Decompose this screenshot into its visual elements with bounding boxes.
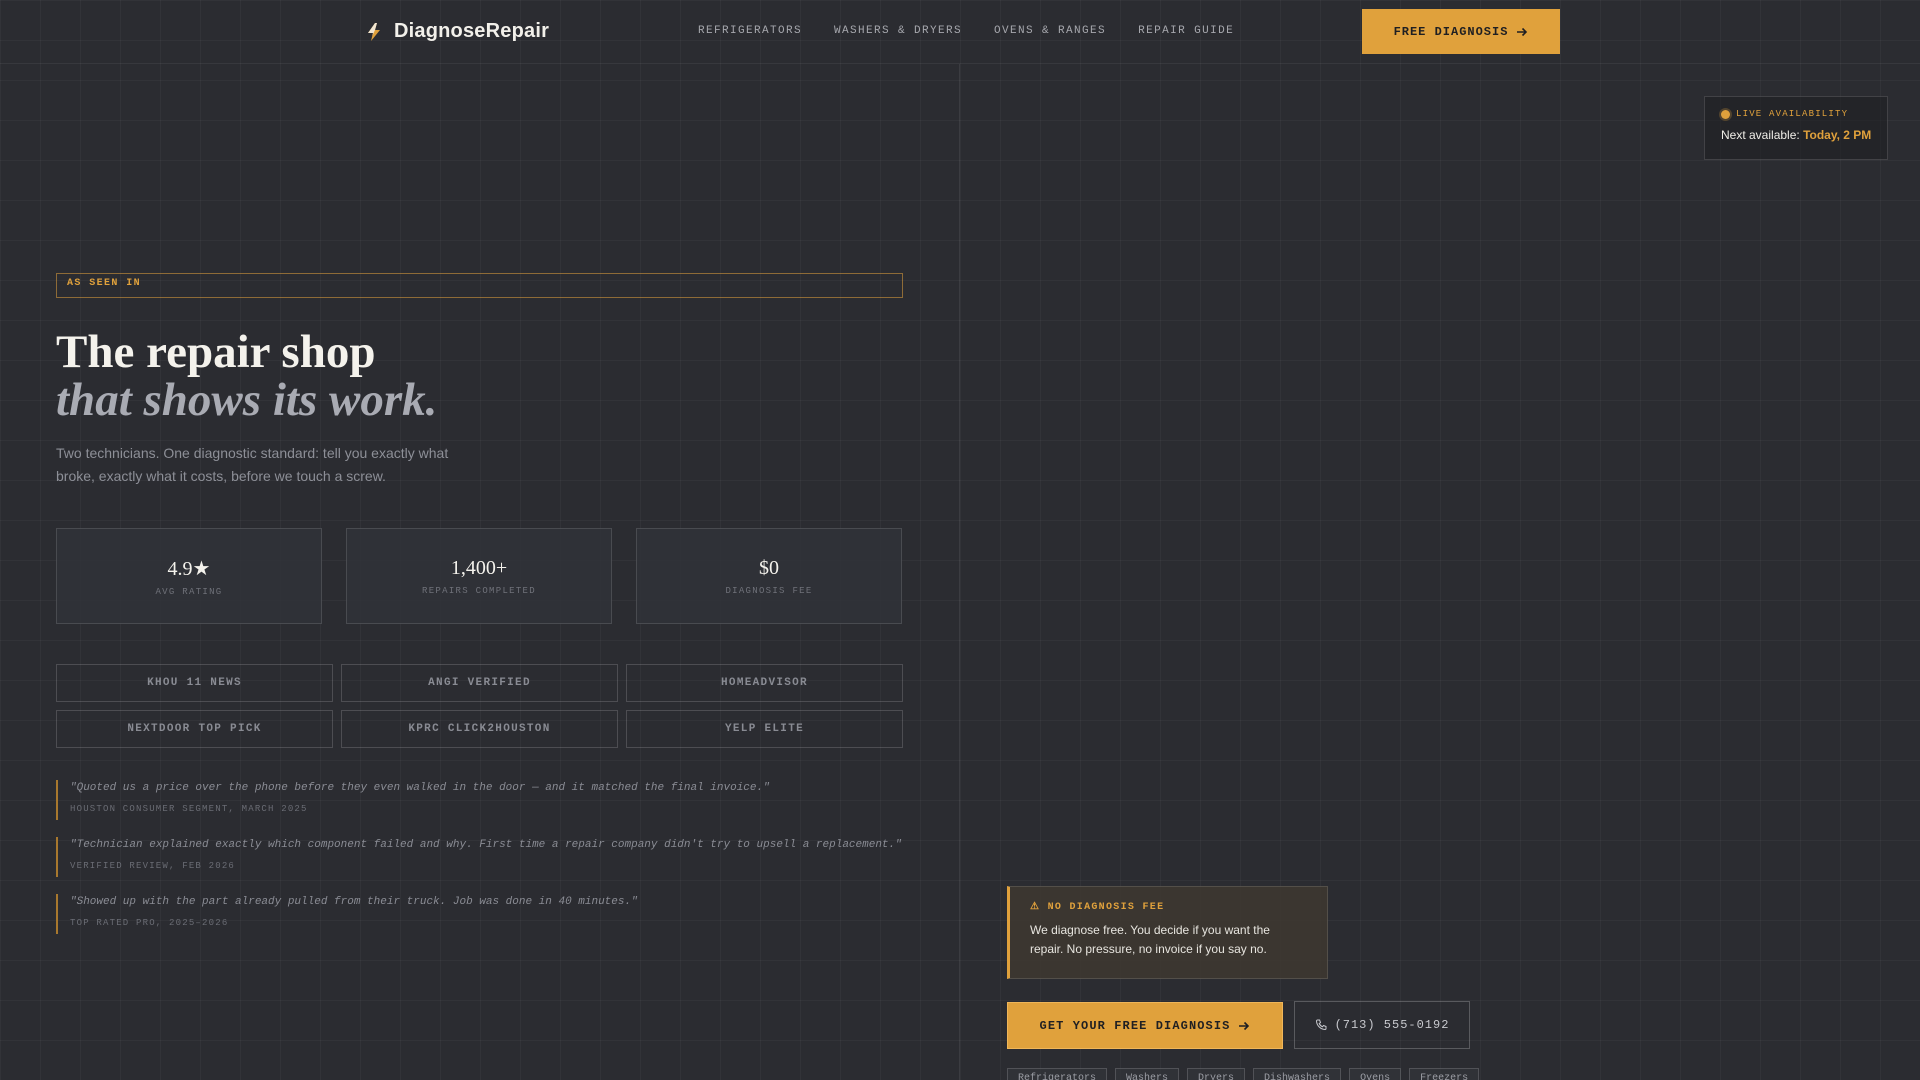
stat-diagnosis-fee: $0 DIAGNOSIS FEE (636, 528, 902, 624)
free-diagnosis-label: FREE DIAGNOSIS (1393, 24, 1509, 39)
bolt-logo-icon (368, 22, 380, 41)
chip-ovens[interactable]: Ovens (1349, 1068, 1402, 1080)
press-item: HOMEADVISOR (626, 664, 903, 702)
testimonial-quote: "Technician explained exactly which comp… (70, 839, 902, 851)
chip-washers[interactable]: Washers (1115, 1068, 1180, 1080)
brand-name: DiagnoseRepair (394, 20, 550, 42)
arrow-right-icon (1239, 1021, 1250, 1030)
get-free-diagnosis-label: GET YOUR FREE DIAGNOSIS (1039, 1018, 1231, 1033)
testimonial-source: VERIFIED REVIEW, FEB 2026 (70, 861, 236, 871)
chip-dryers[interactable]: Dryers (1187, 1068, 1246, 1080)
live-availability-label: LIVE AVAILABILITY (1736, 109, 1849, 119)
nav-ovens-ranges[interactable]: OVENS & RANGES (994, 25, 1106, 37)
free-diagnosis-button[interactable]: FREE DIAGNOSIS (1362, 9, 1560, 54)
column-divider (959, 64, 960, 1080)
hero-subtext: Two technicians. One diagnostic standard… (56, 445, 449, 484)
press-logos-grid: KHOU 11 NEWS ANGI VERIFIED HOMEADVISOR N… (56, 664, 903, 748)
press-item: NEXTDOOR TOP PICK (56, 710, 333, 748)
phone-icon (1315, 1019, 1327, 1031)
testimonial: "Technician explained exactly which comp… (56, 837, 902, 877)
press-item: KPRC CLICK2HOUSTON (341, 710, 618, 748)
phone-number: (713) 555-0192 (1334, 1018, 1450, 1032)
chip-dishwashers[interactable]: Dishwashers (1253, 1068, 1342, 1080)
nav-refrigerators[interactable]: REFRIGERATORS (698, 25, 802, 37)
stat-value: 1,400+ (450, 556, 508, 579)
stats-row: 4.9★ AVG RATING 1,400+ REPAIRS COMPLETED… (56, 528, 902, 624)
no-fee-title: ⚠ NO DIAGNOSIS FEE (1030, 902, 1165, 913)
stat-label: DIAGNOSIS FEE (725, 585, 813, 596)
testimonial-quote: "Quoted us a price over the phone before… (70, 782, 770, 794)
stat-value: $0 (759, 556, 779, 579)
nav-repair-guide[interactable]: REPAIR GUIDE (1138, 25, 1234, 37)
press-item: YELP ELITE (626, 710, 903, 748)
appliance-chips: Refrigerators Washers Dryers Dishwashers… (1007, 1068, 1480, 1080)
live-status-dot-icon (1721, 109, 1730, 119)
chip-refrigerators[interactable]: Refrigerators (1007, 1068, 1108, 1080)
site-header: DiagnoseRepair REFRIGERATORS WASHERS & D… (0, 0, 1920, 64)
headline-line-2: that shows its work. (56, 374, 438, 426)
press-item: KHOU 11 NEWS (56, 664, 333, 702)
stat-label: REPAIRS COMPLETED (422, 585, 536, 596)
call-phone-button[interactable]: (713) 555-0192 (1294, 1001, 1470, 1049)
next-available-time: Today, 2 PM (1803, 128, 1872, 142)
next-available-prefix: Next available: (1721, 128, 1800, 142)
hero-headline: The repair shop that shows its work. (56, 328, 437, 424)
stat-repairs-completed: 1,400+ REPAIRS COMPLETED (346, 528, 612, 624)
no-diagnosis-fee-card: ⚠ NO DIAGNOSIS FEE We diagnose free. You… (1007, 886, 1328, 979)
testimonial-source: TOP RATED PRO, 2025–2026 (70, 918, 229, 928)
stat-avg-rating: 4.9★ AVG RATING (56, 528, 322, 624)
get-free-diagnosis-button[interactable]: GET YOUR FREE DIAGNOSIS (1007, 1002, 1283, 1049)
headline-line-1: The repair shop (56, 326, 376, 378)
brand-logo[interactable]: DiagnoseRepair (366, 20, 549, 43)
testimonial-source: HOUSTON CONSUMER SEGMENT, MARCH 2025 (70, 804, 308, 814)
testimonial: "Quoted us a price over the phone before… (56, 780, 902, 820)
nav-washers-dryers[interactable]: WASHERS & DRYERS (834, 25, 962, 37)
arrow-right-icon (1517, 27, 1528, 36)
testimonials-list: "Quoted us a price over the phone before… (56, 780, 902, 951)
stat-value: 4.9★ (167, 557, 211, 580)
no-fee-text: We diagnose free. You decide if you want… (1030, 923, 1270, 956)
chip-freezers[interactable]: Freezers (1409, 1068, 1480, 1080)
testimonial-quote: "Showed up with the part already pulled … (70, 896, 638, 908)
stat-label: AVG RATING (155, 586, 223, 597)
main-nav: REFRIGERATORS WASHERS & DRYERS OVENS & R… (698, 25, 1234, 37)
as-seen-in-badge: AS SEEN IN (56, 273, 903, 298)
live-availability-card: LIVE AVAILABILITY Next available: Today,… (1704, 96, 1888, 160)
press-item: ANGI VERIFIED (341, 664, 618, 702)
testimonial: "Showed up with the part already pulled … (56, 894, 902, 934)
